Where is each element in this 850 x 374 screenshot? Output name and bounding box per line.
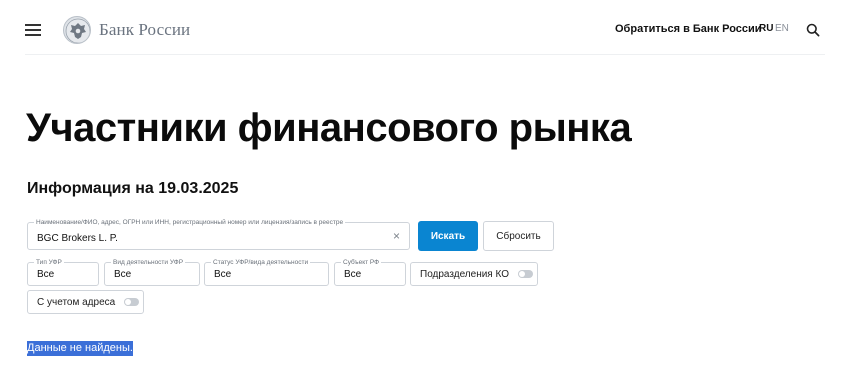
subdivisions-toggle[interactable]: Подразделения КО xyxy=(410,262,538,286)
search-input[interactable]: Наименование/ФИО, адрес, ОГРН или ИНН, р… xyxy=(27,218,410,250)
logo-text: Банк России xyxy=(99,20,191,39)
header: Банк России Обратиться в Банк России RU … xyxy=(0,0,850,60)
lang-ru[interactable]: RU xyxy=(759,23,773,34)
status-select-value: Все xyxy=(214,269,232,280)
status-select-legend: Статус УФР/вида деятельности xyxy=(211,258,311,267)
reset-button[interactable]: Сбросить xyxy=(483,221,554,251)
subdivisions-toggle-label: Подразделения КО xyxy=(420,268,509,280)
search-button[interactable]: Искать xyxy=(418,221,478,251)
toggle-switch-icon[interactable] xyxy=(518,270,533,278)
status-select[interactable]: Статус УФР/вида деятельности Все xyxy=(204,258,329,286)
type-select-value: Все xyxy=(37,269,55,280)
contact-bank-link[interactable]: Обратиться в Банк России xyxy=(615,23,762,35)
activity-select-legend: Вид деятельности УФР xyxy=(111,258,186,267)
activity-select-value: Все xyxy=(114,269,132,280)
emblem-icon xyxy=(63,16,91,44)
search-icon[interactable] xyxy=(806,23,820,37)
clear-icon[interactable]: × xyxy=(393,230,400,242)
toggle-switch-icon[interactable] xyxy=(124,298,140,306)
header-divider xyxy=(25,54,825,55)
subject-select[interactable]: Субъект РФ Все xyxy=(334,258,406,286)
info-date: Информация на 19.03.2025 xyxy=(27,180,239,197)
logo[interactable]: Банк России xyxy=(63,16,190,44)
address-toggle-label: С учетом адреса xyxy=(37,296,116,308)
type-select-legend: Тип УФР xyxy=(34,258,64,267)
page-title: Участники финансового рынка xyxy=(26,106,632,150)
activity-select[interactable]: Вид деятельности УФР Все xyxy=(104,258,200,286)
lang-en[interactable]: EN xyxy=(775,23,789,34)
search-input-legend: Наименование/ФИО, адрес, ОГРН или ИНН, р… xyxy=(34,218,346,227)
no-data-message: Данные не найдены. xyxy=(27,341,133,356)
subject-select-legend: Субъект РФ xyxy=(341,258,382,267)
address-toggle[interactable]: С учетом адреса xyxy=(27,290,144,314)
subject-select-value: Все xyxy=(344,269,362,280)
menu-icon[interactable] xyxy=(25,23,41,37)
type-select[interactable]: Тип УФР Все xyxy=(27,258,99,286)
search-input-value[interactable]: BGC Brokers L. P. xyxy=(37,233,118,244)
